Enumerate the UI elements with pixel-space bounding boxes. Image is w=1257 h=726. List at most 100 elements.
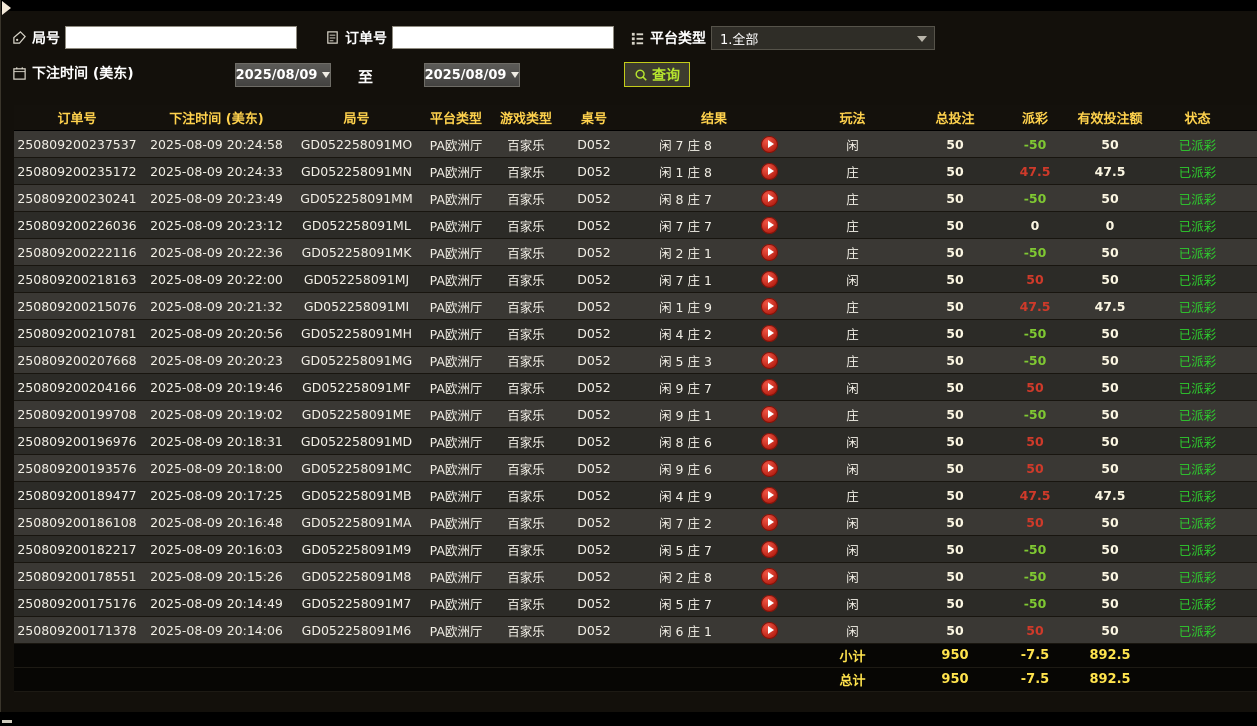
result-text: 闲 8 庄 6 <box>659 434 712 450</box>
top-bar <box>0 0 1257 11</box>
platform-type-select[interactable]: 1.全部 <box>711 26 935 50</box>
horizontal-scrollbar-track[interactable] <box>0 712 1257 726</box>
result-text: 闲 9 庄 6 <box>659 461 712 477</box>
table-row: 250809200215076 2025-08-09 20:21:32 GD0522… <box>14 293 1257 320</box>
table-row: 250809200189477 2025-08-09 20:17:25 GD0522… <box>14 482 1257 509</box>
play-video-button[interactable] <box>761 513 778 531</box>
round-filter-group: 局号 <box>12 26 297 49</box>
play-video-button[interactable] <box>761 432 778 450</box>
cell-round-no: GD052258091ME <box>301 406 412 422</box>
grand-total-total-bet: 950 <box>941 672 969 687</box>
play-video-button[interactable] <box>761 270 778 288</box>
cell-play-type: 闲 <box>846 272 859 288</box>
play-video-button[interactable] <box>761 378 778 396</box>
cell-platform-type: PA欧洲厅 <box>429 245 483 261</box>
cell-play-type: 闲 <box>846 623 859 639</box>
cell-game-type: 百家乐 <box>507 542 545 558</box>
play-video-button[interactable] <box>761 297 778 315</box>
cell-status: 已派彩 <box>1178 191 1217 207</box>
cell-bet-time: 2025-08-09 20:24:33 <box>150 163 283 179</box>
cell-play-type: 闲 <box>846 380 859 396</box>
subtotal-label: 小计 <box>839 650 866 665</box>
cell-order-no: 250809200186108 <box>17 514 137 530</box>
cell-table-no: D052 <box>577 163 611 179</box>
cell-platform-type: PA欧洲厅 <box>429 272 483 288</box>
cell-result: 闲 8 庄 6 <box>628 428 800 454</box>
cell-table-no: D052 <box>577 244 611 260</box>
column-header: 桌号 <box>580 112 607 127</box>
cell-total-bet: 50 <box>946 622 964 638</box>
round-input[interactable] <box>65 26 297 49</box>
play-video-button[interactable] <box>761 486 778 504</box>
play-video-button[interactable] <box>761 540 778 558</box>
cell-table-no: D052 <box>577 298 611 314</box>
cell-valid-bet: 50 <box>1101 514 1119 530</box>
cell-round-no: GD052258091MG <box>300 352 413 368</box>
cell-status: 已派彩 <box>1178 596 1217 612</box>
date-from-picker[interactable]: 2025/08/09 <box>235 63 331 87</box>
scrollbar-thumb[interactable] <box>2 720 12 723</box>
result-text: 闲 8 庄 7 <box>659 191 712 207</box>
play-video-button[interactable] <box>761 351 778 369</box>
cell-bet-time: 2025-08-09 20:20:56 <box>150 325 283 341</box>
cell-play-type: 庄 <box>846 353 859 369</box>
cell-round-no: GD052258091MH <box>300 325 413 341</box>
order-input[interactable] <box>392 26 614 49</box>
cell-round-no: GD052258091M8 <box>301 568 412 584</box>
platform-selected-value: 1.全部 <box>720 32 759 48</box>
cell-result: 闲 5 庄 7 <box>628 536 800 562</box>
cell-status: 已派彩 <box>1178 515 1217 531</box>
cell-valid-bet: 50 <box>1101 541 1119 557</box>
result-text: 闲 2 庄 8 <box>659 569 712 585</box>
table-row: 250809200193576 2025-08-09 20:18:00 GD0522… <box>14 455 1257 482</box>
table-row: 250809200204166 2025-08-09 20:19:46 GD0522… <box>14 374 1257 401</box>
play-icon <box>767 275 774 283</box>
play-video-button[interactable] <box>761 243 778 261</box>
result-text: 闲 7 庄 8 <box>659 137 712 153</box>
platform-filter-group: 平台类型 1.全部 <box>630 26 935 50</box>
sidebar-collapse-arrow-icon[interactable] <box>2 1 11 15</box>
cell-payout: 50 <box>1026 460 1044 476</box>
column-header: 订单号 <box>57 112 97 127</box>
cell-table-no: D052 <box>577 406 611 422</box>
date-to-picker[interactable]: 2025/08/09 <box>424 63 520 87</box>
play-video-button[interactable] <box>761 216 778 234</box>
play-video-button[interactable] <box>761 567 778 585</box>
table-row: 250809200182217 2025-08-09 20:16:03 GD0522… <box>14 536 1257 563</box>
grand-total-label: 总计 <box>839 674 866 689</box>
cell-total-bet: 50 <box>946 163 964 179</box>
cell-result: 闲 7 庄 7 <box>628 212 800 238</box>
grand-total-row: 总计 950 -7.5 892.5 <box>14 668 1257 692</box>
cell-valid-bet: 0 <box>1105 217 1115 233</box>
play-video-button[interactable] <box>761 162 778 180</box>
cell-order-no: 250809200189477 <box>17 487 137 503</box>
cell-valid-bet: 50 <box>1101 622 1119 638</box>
cell-round-no: GD052258091M6 <box>301 622 412 638</box>
cell-platform-type: PA欧洲厅 <box>429 137 483 153</box>
query-button-label: 查询 <box>652 66 680 83</box>
chevron-down-icon <box>917 36 927 42</box>
play-video-button[interactable] <box>761 594 778 612</box>
column-header: 有效投注额 <box>1077 112 1143 127</box>
cell-payout: -50 <box>1023 352 1047 368</box>
result-text: 闲 5 庄 7 <box>659 542 712 558</box>
play-icon <box>767 491 774 499</box>
cell-valid-bet: 50 <box>1101 595 1119 611</box>
play-icon <box>767 194 774 202</box>
play-video-button[interactable] <box>761 189 778 207</box>
cell-table-no: D052 <box>577 541 611 557</box>
query-button[interactable]: 查询 <box>624 62 690 87</box>
cell-table-no: D052 <box>577 217 611 233</box>
play-video-button[interactable] <box>761 459 778 477</box>
cell-valid-bet: 50 <box>1101 352 1119 368</box>
cell-total-bet: 50 <box>946 325 964 341</box>
play-video-button[interactable] <box>761 405 778 423</box>
cell-total-bet: 50 <box>946 136 964 152</box>
play-video-button[interactable] <box>761 324 778 342</box>
result-text: 闲 1 庄 8 <box>659 164 712 180</box>
cell-payout: -50 <box>1023 541 1047 557</box>
cell-order-no: 250809200207668 <box>17 352 137 368</box>
play-video-button[interactable] <box>761 135 778 153</box>
cell-status: 已派彩 <box>1178 137 1217 153</box>
play-video-button[interactable] <box>761 621 778 639</box>
